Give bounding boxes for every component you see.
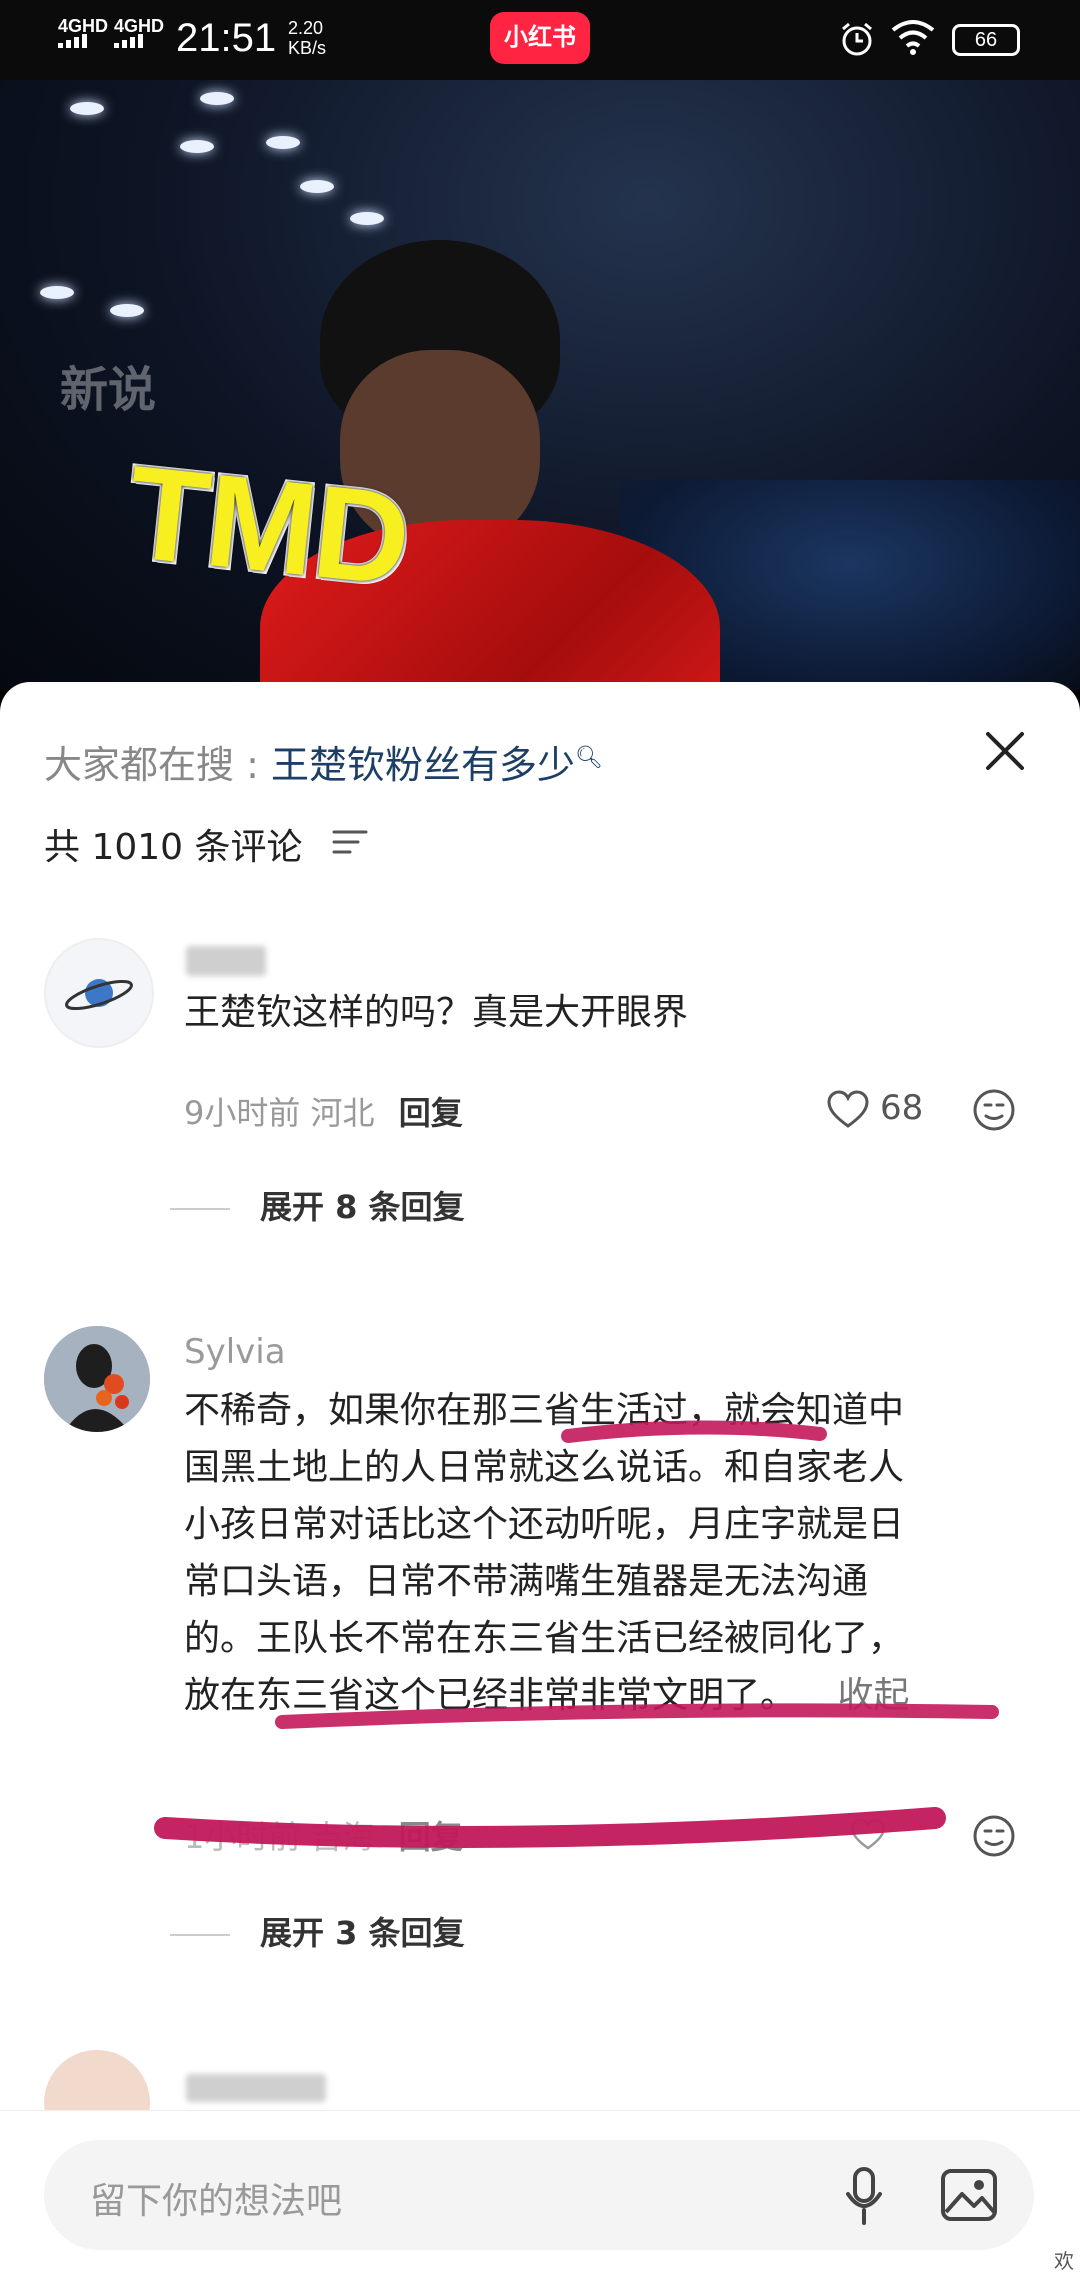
collapse-button[interactable]: 收起 — [837, 1675, 909, 1716]
comment-location: 吉海 — [310, 1818, 375, 1856]
username[interactable]: Sylvia — [184, 1332, 286, 1372]
comment-time: 9小时前 — [184, 1094, 301, 1132]
heart-icon[interactable] — [850, 1818, 886, 1852]
comment-line: 小孩日常对话比这个还动听呢，月庄字就是日 — [184, 1504, 905, 1545]
clock: 21:51 — [176, 16, 277, 60]
heart-icon[interactable] — [826, 1090, 870, 1130]
comment-input[interactable]: 留下你的想法吧 — [44, 2140, 1034, 2250]
speed-value: 2.20 — [288, 18, 324, 38]
comment-line: 的。王队长不常在东三省生活已经被同化了， — [184, 1618, 905, 1659]
expand-replies[interactable]: 展开 8 条回复 — [170, 1182, 465, 1228]
image-icon[interactable] — [940, 2168, 998, 2222]
close-icon[interactable] — [980, 726, 1030, 776]
signal-icon — [58, 34, 87, 48]
comment-text: 不稀奇，如果你在那三省生活过，就会知道中 国黑土地上的人日常就这么说话。和自家老… — [184, 1382, 909, 1724]
comment-time: 1小时前 — [184, 1818, 301, 1856]
network-indicator-1: 4GHD — [58, 16, 109, 48]
input-placeholder: 留下你的想法吧 — [90, 2181, 343, 2222]
app-logo: 小红书 — [490, 12, 590, 64]
portrait-avatar-icon — [44, 1326, 150, 1432]
video-player[interactable]: 新说 TMD — [0, 80, 1080, 690]
comment-meta: 1小时前 吉海 回复 — [184, 1812, 463, 1858]
comments-panel: 大家都在搜 : 王楚钦粉丝有多少🔍︎ 共 1010 条评论 王楚钦这样的吗？真是… — [0, 682, 1080, 2280]
comment-line: 国黑土地上的人日常就这么说话。和自家老人 — [184, 1447, 905, 1488]
video-caption: TMD — [119, 435, 418, 615]
search-suggestion[interactable]: 大家都在搜 : 王楚钦粉丝有多少🔍︎ — [44, 734, 603, 789]
emoji-icon[interactable] — [972, 1814, 1016, 1858]
stadium-light — [180, 140, 214, 153]
emoji-icon[interactable] — [972, 1088, 1016, 1132]
stadium-light — [266, 136, 300, 149]
planet-avatar-icon — [65, 979, 133, 1011]
comment-count: 共 1010 条评论 — [44, 827, 303, 868]
comment-line: 不稀奇，如果你在那三省生活过，就会知道中 — [184, 1390, 905, 1431]
stadium-light — [70, 102, 104, 115]
speed-unit: KB/s — [288, 38, 327, 58]
comment-meta: 9小时前 河北 回复 — [184, 1088, 463, 1134]
network-indicator-2: 4GHD — [114, 16, 165, 48]
network-speed: 2.20 KB/s — [288, 18, 326, 58]
status-bar: 4GHD 4GHD 21:51 2.20 KB/s 小红书 66 — [0, 0, 1080, 80]
wifi-icon — [891, 20, 935, 55]
search-icon: 🔍︎ — [574, 745, 603, 771]
battery-indicator: 66 — [952, 24, 1020, 56]
comment-line: 放在东三省这个已经非常非常文明了。 — [184, 1675, 797, 1716]
video-watermark: 新说 — [60, 362, 157, 418]
microphone-icon[interactable] — [844, 2166, 884, 2226]
comment-line-last: 放在东三省这个已经非常非常文明了。 收起 — [184, 1667, 909, 1724]
expand-replies[interactable]: 展开 3 条回复 — [170, 1908, 465, 1954]
signal-icon — [114, 34, 143, 48]
comment-location: 河北 — [310, 1094, 375, 1132]
username-blurred — [186, 2074, 326, 2102]
corner-text: 欢 — [1054, 2249, 1074, 2273]
filter-lines-icon[interactable] — [332, 828, 368, 858]
alarm-icon — [842, 22, 872, 56]
like-count: 68 — [880, 1088, 924, 1128]
stadium-light — [40, 286, 74, 299]
stadium-light — [200, 92, 234, 105]
network-label-2: 4GHD — [114, 16, 165, 36]
reply-button[interactable]: 回复 — [399, 1818, 463, 1856]
search-query[interactable]: 王楚钦粉丝有多少 — [271, 743, 575, 787]
network-label-1: 4GHD — [58, 16, 109, 36]
avatar[interactable] — [44, 938, 154, 1048]
avatar[interactable] — [44, 1326, 150, 1432]
comment-line: 常口头语，日常不带满嘴生殖器是无法沟通 — [184, 1561, 869, 1602]
username-blurred — [186, 946, 266, 976]
comment-text: 王楚钦这样的吗？真是大开眼界 — [184, 992, 689, 1033]
search-prefix: 大家都在搜 : — [44, 743, 271, 787]
reply-button[interactable]: 回复 — [399, 1094, 463, 1132]
stadium-light — [350, 212, 384, 225]
stadium-light — [110, 304, 144, 317]
stadium-light — [300, 180, 334, 193]
